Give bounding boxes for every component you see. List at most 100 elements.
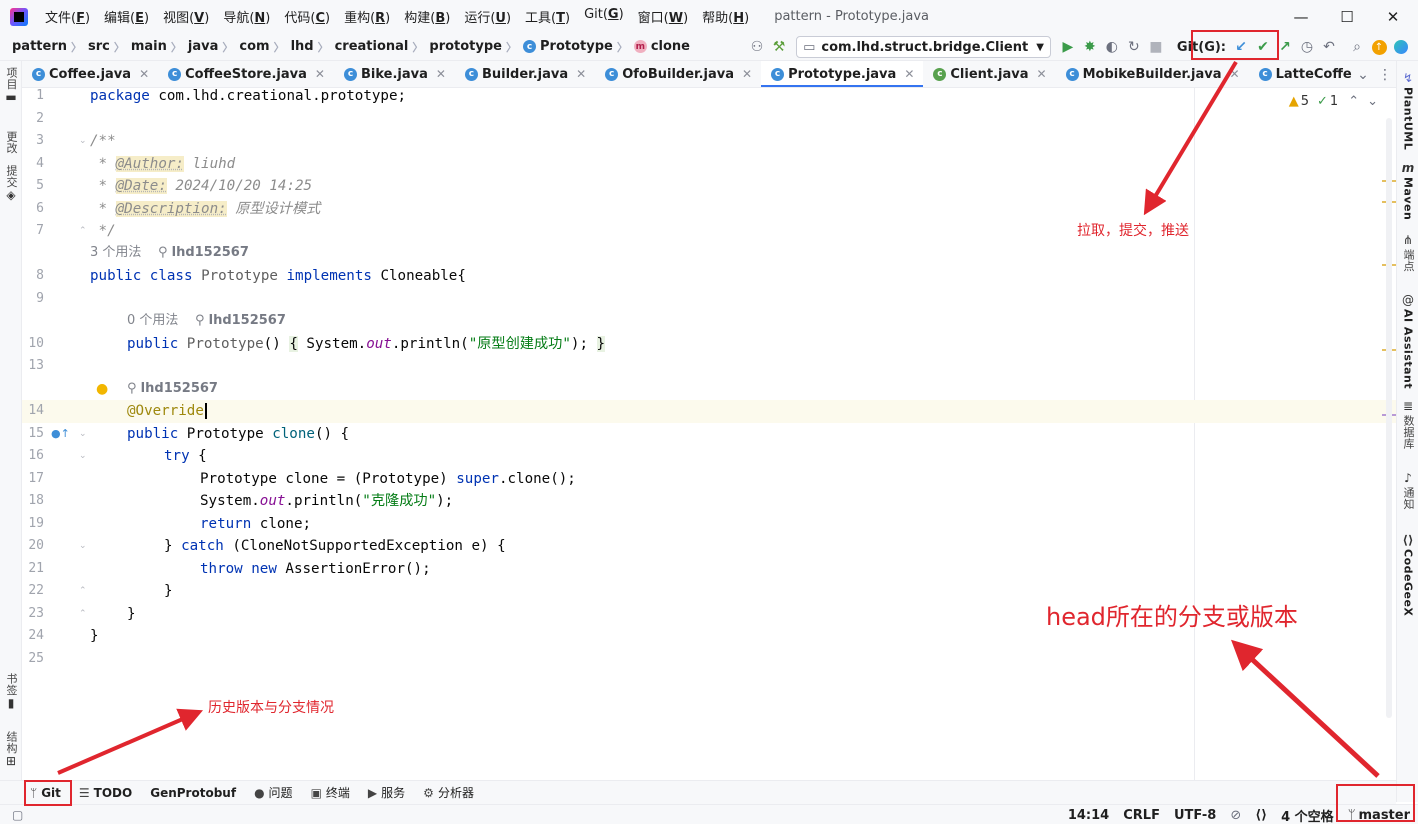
lightbulb-icon[interactable]: ● xyxy=(96,378,108,401)
tool-window-label: 分析器 xyxy=(437,786,474,800)
usage-hint[interactable]: 0 个用法 ⚲ lhd152567 xyxy=(127,310,286,333)
menu-item[interactable]: 代码(C) xyxy=(277,7,337,26)
maven-tool-button[interactable]: m Maven xyxy=(1397,161,1418,220)
line-separator[interactable]: CRLF xyxy=(1123,808,1160,823)
breadcrumb-item[interactable]: main 〉 xyxy=(125,39,182,55)
debug-icon[interactable]: ✸ xyxy=(1079,36,1101,58)
panel-toggle-icon[interactable]: ▢ xyxy=(12,808,23,822)
menu-item[interactable]: 帮助(H) xyxy=(695,7,756,26)
vertical-scrollbar[interactable] xyxy=(1386,118,1392,718)
maximize-button[interactable]: ☐ xyxy=(1324,0,1370,33)
editor-tab[interactable]: c OfoBuilder.java ✕ xyxy=(595,61,761,87)
code-vision-hint[interactable]: 3 个用法 ⚲ lhd152567 xyxy=(22,242,1396,265)
close-tab-icon[interactable]: ✕ xyxy=(904,67,914,81)
changes-tool-button[interactable]: 更改 xyxy=(0,131,22,154)
close-button[interactable]: ✕ xyxy=(1370,0,1416,33)
menu-item[interactable]: 窗口(W) xyxy=(631,7,696,26)
search-icon[interactable]: ⌕ xyxy=(1346,36,1368,58)
breadcrumb-item[interactable]: c Prototype 〉 xyxy=(517,39,628,55)
bookmarks-tool-button[interactable]: 书签 ▮ xyxy=(0,673,22,712)
structure-tool-button[interactable]: 结构 ⊞ xyxy=(0,731,22,770)
fold-icon[interactable]: ⌄ xyxy=(79,137,88,146)
editor-tab[interactable]: c Client.java ✕ xyxy=(923,61,1055,87)
breadcrumb-item[interactable]: com 〉 xyxy=(233,39,284,55)
editor-tab[interactable]: c Coffee.java ✕ xyxy=(22,61,158,87)
close-tab-icon[interactable]: ✕ xyxy=(576,67,586,81)
tool-window-button[interactable]: ● 问题 xyxy=(254,784,293,801)
codegeex-tool-button[interactable]: ⟨⟩ CodeGeeX xyxy=(1397,533,1418,616)
coverage-icon[interactable]: ◐ xyxy=(1101,36,1123,58)
menu-item[interactable]: 视图(V) xyxy=(156,7,216,26)
close-tab-icon[interactable]: ✕ xyxy=(742,67,752,81)
update-icon[interactable]: ↑ xyxy=(1368,36,1390,58)
close-tab-icon[interactable]: ✕ xyxy=(315,67,325,81)
editor-tab[interactable]: c Builder.java ✕ xyxy=(455,61,595,87)
author-hint[interactable]: ⚲ lhd152567 xyxy=(127,378,218,401)
minimize-button[interactable]: — xyxy=(1278,0,1324,33)
usage-hint[interactable]: 3 个用法 ⚲ lhd152567 xyxy=(90,242,249,265)
editor-tab[interactable]: c MobikeBuilder.java ✕ xyxy=(1056,61,1249,87)
project-tool-button[interactable]: 项目 ▬ xyxy=(0,67,22,106)
code-vision-hint[interactable]: 0 个用法 ⚲ lhd152567 xyxy=(22,310,1396,333)
fold-icon[interactable]: ⌄ xyxy=(79,452,88,461)
profiler-icon[interactable]: ↻ xyxy=(1123,36,1145,58)
fold-icon[interactable]: ⌄ xyxy=(79,542,88,551)
menu-item[interactable]: 编辑(E) xyxy=(97,7,156,26)
plantuml-tool-button[interactable]: ↯ PlantUML xyxy=(1397,71,1418,150)
intellij-logo-icon[interactable] xyxy=(10,7,28,26)
breadcrumb-item[interactable]: src 〉 xyxy=(82,39,125,55)
stop-icon[interactable]: ■ xyxy=(1145,36,1167,58)
breadcrumb-item[interactable]: lhd 〉 xyxy=(285,39,329,55)
notifications-tool-button[interactable]: ♪ 通知 xyxy=(1397,471,1418,510)
tool-window-button[interactable]: ⚙ 分析器 xyxy=(423,784,474,801)
commit-tool-button[interactable]: 提交 ◈ xyxy=(0,165,22,204)
overrides-method-icon[interactable]: ●↑ xyxy=(51,423,70,446)
menu-item[interactable]: 构建(B) xyxy=(397,7,457,26)
user-icon[interactable]: ⚇ xyxy=(746,36,768,58)
code-style-icon[interactable]: ⟨⟩ xyxy=(1255,808,1267,823)
codegeex-logo-icon[interactable] xyxy=(1390,36,1412,58)
fold-icon[interactable]: ⌄ xyxy=(79,429,88,439)
menu-item[interactable]: 运行(U) xyxy=(457,7,518,26)
breadcrumb-item[interactable]: java 〉 xyxy=(182,39,233,55)
editor-tab[interactable]: c Bike.java ✕ xyxy=(334,61,455,87)
editor-tab[interactable]: c Prototype.java ✕ xyxy=(761,61,924,87)
breadcrumb-item[interactable]: m clone xyxy=(628,39,690,54)
menu-item[interactable]: 文件(F) xyxy=(38,7,97,26)
ai-assistant-tool-button[interactable]: @ AI Assistant xyxy=(1397,293,1418,389)
file-encoding[interactable]: UTF-8 xyxy=(1174,808,1216,823)
close-tab-icon[interactable]: ✕ xyxy=(139,67,149,81)
fold-icon[interactable]: ⌃ xyxy=(79,609,88,619)
close-tab-icon[interactable]: ✕ xyxy=(1037,67,1047,81)
database-tool-button[interactable]: ≣ 数据库 xyxy=(1397,399,1418,450)
run-configuration-select[interactable]: ▭ com.lhd.struct.bridge.Client ▼ xyxy=(796,36,1051,58)
breadcrumb-item[interactable]: pattern 〉 xyxy=(0,39,82,55)
breadcrumb-item[interactable]: creational 〉 xyxy=(329,39,424,55)
menu-item[interactable]: Git(G) xyxy=(577,7,631,26)
indent-setting[interactable]: 4 个空格 xyxy=(1281,806,1334,824)
build-hammer-icon[interactable]: ⚒ xyxy=(768,36,790,58)
menu-item[interactable]: 导航(N) xyxy=(216,7,277,26)
fold-icon[interactable]: ⌃ xyxy=(79,587,88,596)
chevron-down-icon[interactable]: ⌄ xyxy=(1352,64,1374,86)
code-editor[interactable]: ▲ 5 ✓ 1 ⌃ ⌄ 1 package com.lhd.creational… xyxy=(22,88,1396,780)
tool-window-button[interactable]: GenProtobuf xyxy=(150,786,236,800)
fold-icon[interactable]: ⌃ xyxy=(79,227,88,236)
rollback-icon[interactable]: ↶ xyxy=(1318,36,1340,58)
more-vertical-icon[interactable]: ⋮ xyxy=(1374,64,1396,86)
tool-window-button[interactable]: ▣ 终端 xyxy=(311,784,350,801)
close-tab-icon[interactable]: ✕ xyxy=(436,67,446,81)
run-icon[interactable]: ▶ xyxy=(1057,36,1079,58)
code-vision-hint[interactable]: ● ⚲ lhd152567 xyxy=(22,378,1396,401)
caret-position[interactable]: 14:14 xyxy=(1068,808,1109,823)
tool-window-button[interactable]: ☰ TODO xyxy=(79,786,132,800)
close-tab-icon[interactable]: ✕ xyxy=(1230,67,1240,81)
menu-item[interactable]: 工具(T) xyxy=(518,7,577,26)
tool-window-button[interactable]: ▶ 服务 xyxy=(368,784,405,801)
history-clock-icon[interactable]: ◷ xyxy=(1296,36,1318,58)
menu-item[interactable]: 重构(R) xyxy=(337,7,397,26)
breadcrumb-item[interactable]: prototype 〉 xyxy=(423,39,517,55)
editor-tab[interactable]: c CoffeeStore.java ✕ xyxy=(158,61,334,87)
readonly-toggle-icon[interactable]: ⊘ xyxy=(1230,808,1241,823)
endpoints-tool-button[interactable]: ⋔ 端点 xyxy=(1397,233,1418,272)
